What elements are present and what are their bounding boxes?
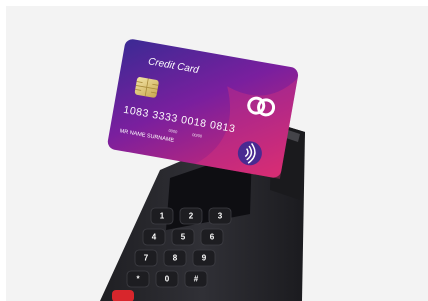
- keypad-key-label: 5: [181, 233, 186, 242]
- keypad-key-5[interactable]: 5: [171, 228, 195, 246]
- keypad-key-label: 7: [144, 254, 149, 263]
- keypad-key-1[interactable]: 1: [150, 207, 174, 225]
- keypad-key-label: 0: [165, 275, 170, 284]
- keypad-key-label: 2: [189, 212, 194, 221]
- credit-card: Credit Card 1083 3333 0018 0813 0000 00/…: [107, 39, 299, 179]
- keypad-key-7[interactable]: 7: [134, 249, 158, 267]
- photo-scene: 1 2 3 4 5 6 7 8 9 * 0 # Credit Card 1083 3333 0018 …: [0, 0, 428, 301]
- keypad-key-3[interactable]: 3: [208, 207, 232, 225]
- keypad-key-4[interactable]: 4: [142, 228, 166, 246]
- payment-illustration: 1 2 3 4 5 6 7 8 9 * 0 # Credit Card 1083 3333 0018 …: [100, 39, 305, 301]
- keypad-key-label: 6: [210, 233, 215, 242]
- keypad-key-9[interactable]: 9: [192, 249, 216, 267]
- keypad-key-label: 4: [152, 233, 157, 242]
- keypad-key-label: #: [194, 275, 199, 284]
- card-chip: [134, 77, 159, 98]
- keypad-key-star[interactable]: *: [126, 270, 150, 288]
- keypad-key-label: 1: [160, 212, 165, 221]
- keypad-key-label: 3: [218, 212, 223, 221]
- cancel-key[interactable]: [112, 290, 134, 301]
- keypad-key-6[interactable]: 6: [200, 228, 224, 246]
- keypad-key-0[interactable]: 0: [155, 270, 179, 288]
- keypad-key-8[interactable]: 8: [163, 249, 187, 267]
- keypad-key-hash[interactable]: #: [184, 270, 208, 288]
- keypad-key-label: 9: [202, 254, 207, 263]
- keypad-key-label: 8: [173, 254, 178, 263]
- keypad-key-2[interactable]: 2: [179, 207, 203, 225]
